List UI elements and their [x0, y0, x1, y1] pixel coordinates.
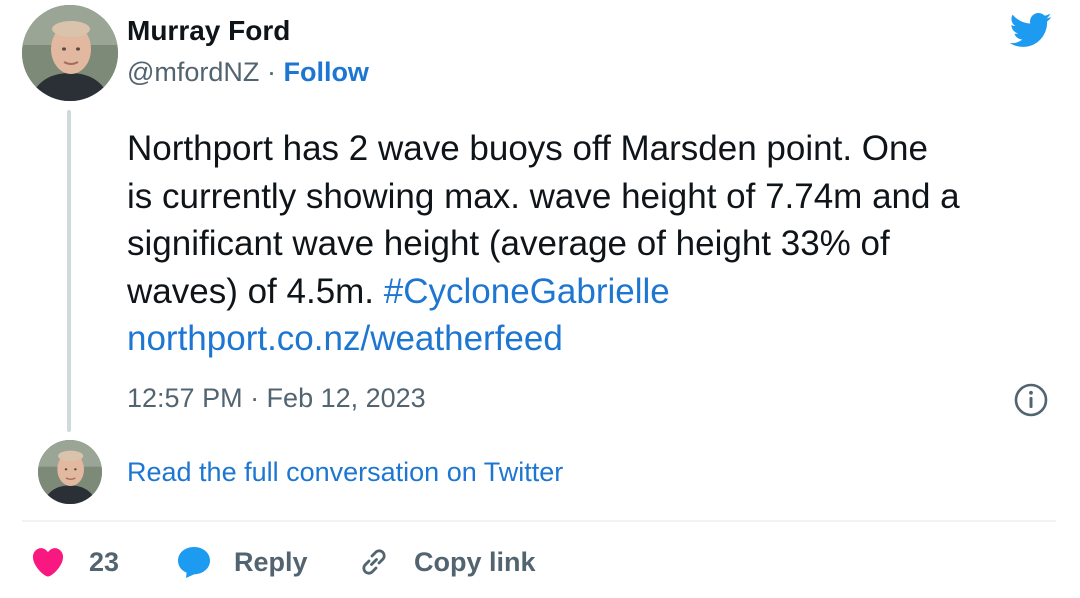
- read-full-conversation-link[interactable]: Read the full conversation on Twitter: [127, 457, 563, 488]
- reply-label: Reply: [234, 546, 308, 577]
- speech-bubble-icon: [178, 547, 210, 578]
- tweet-text-line-with-hashtag: waves) of 4.5m. #CycloneGabrielle: [127, 268, 1067, 316]
- link-icon: [362, 549, 386, 575]
- like-count: 23: [89, 546, 120, 577]
- handle-separator: ·: [266, 57, 276, 87]
- tweet-text-line: waves) of 4.5m.: [127, 271, 375, 311]
- follow-button[interactable]: Follow: [283, 57, 368, 87]
- tweet-text-line: is currently showing max. wave height of…: [127, 176, 960, 216]
- reply-button[interactable]: Reply: [176, 540, 308, 584]
- tweet-text: Northport has 2 wave buoys off Marsden p…: [127, 125, 1067, 363]
- tweet-url-line: northport.co.nz/weatherfeed: [127, 315, 1067, 363]
- author-display-name[interactable]: Murray Ford: [127, 15, 290, 47]
- tweet-text-line: significant wave height (average of heig…: [127, 224, 890, 263]
- heart-icon: [32, 548, 64, 577]
- hashtag-link[interactable]: #CycloneGabrielle: [384, 272, 670, 311]
- copy-link-button[interactable]: Copy link: [356, 540, 536, 584]
- author-avatar-small[interactable]: [38, 440, 102, 504]
- author-handle-row: @mfordNZ · Follow: [127, 57, 369, 88]
- tweet-url-link[interactable]: northport.co.nz/weatherfeed: [127, 319, 563, 358]
- author-handle[interactable]: @mfordNZ: [127, 57, 259, 87]
- divider: [22, 520, 1056, 522]
- author-avatar[interactable]: [22, 5, 118, 101]
- info-icon[interactable]: [1013, 382, 1049, 418]
- tweet-text-line: Northport has 2 wave buoys off Marsden p…: [127, 129, 928, 168]
- avatar-photo: [22, 5, 118, 101]
- like-button[interactable]: 23: [28, 540, 119, 584]
- tweet-timestamp[interactable]: 12:57 PM · Feb 12, 2023: [127, 383, 426, 414]
- avatar-photo: [38, 440, 102, 504]
- twitter-bird-icon[interactable]: [1004, 8, 1056, 52]
- thread-line: [67, 110, 71, 432]
- copy-link-label: Copy link: [414, 546, 536, 577]
